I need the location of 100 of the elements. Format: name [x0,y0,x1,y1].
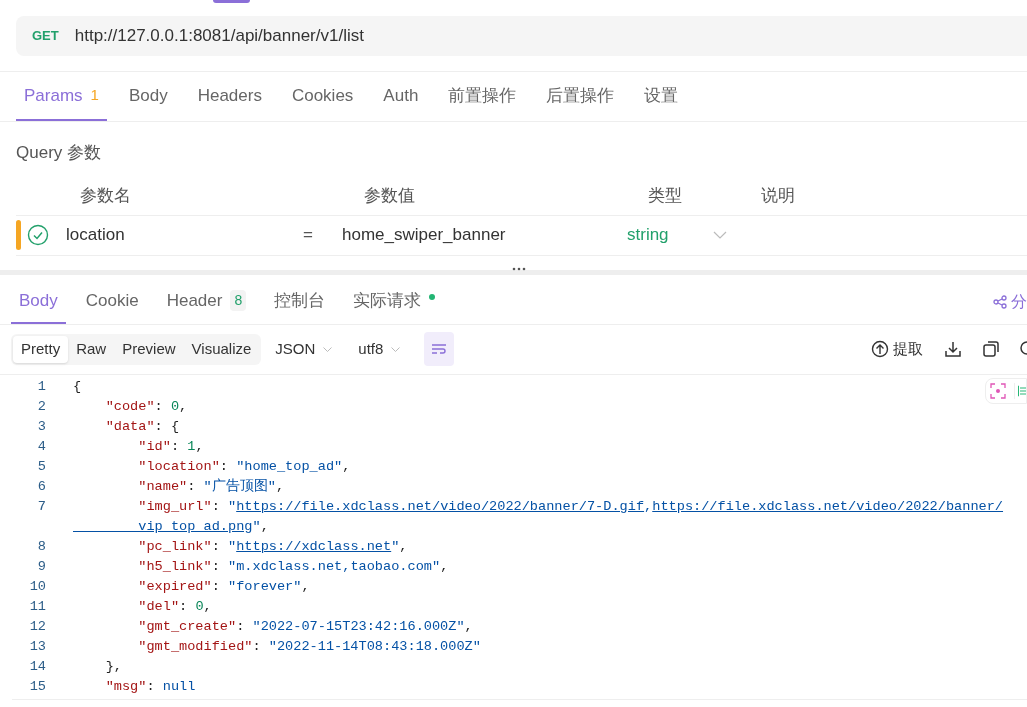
code-token: , [275,478,285,494]
url-text: http://127.0.0.1:8081/api/banner/v1/list [74,25,364,48]
line-number: 12 [28,617,46,636]
view-mode-tab[interactable]: Raw [68,335,115,363]
code-token: , [179,398,188,414]
line-number: 10 [28,577,46,596]
column-header: 参数值 [364,185,416,208]
request-tab[interactable]: Body [120,72,176,121]
request-tab[interactable]: Cookies [283,72,362,121]
code-token: : [211,578,221,594]
request-tab[interactable]: Params 1 [16,72,107,121]
code-token: , [301,578,310,594]
code-token: "location" [137,458,220,474]
code-token: "forever" [228,578,302,594]
request-tab[interactable]: 后置操作 [538,72,623,121]
format-select[interactable]: JSON [275,337,333,361]
code-token: "广告顶图" [203,478,276,494]
column-header: 类型 [648,185,683,208]
extract-button[interactable]: 提取 [871,337,923,361]
code-token: : [219,458,229,474]
line-number: 15 [28,677,46,696]
code-token: https://xdclass.net [236,538,392,554]
code-token: "gmt_modified" [137,638,253,654]
response-tab[interactable]: 实际请求 [345,279,444,324]
code-token: : [211,538,221,554]
code-token: "code" [104,398,155,414]
code-token: https://file.xdclass.net/video/2022/banner/ [652,498,1004,514]
type-select[interactable]: string [627,222,727,248]
line-number: 8 [36,537,46,556]
code-token: : [187,478,197,494]
count-badge: 8 [230,290,247,311]
param-name[interactable]: location [66,222,303,248]
code-token: "h5_link" [137,558,212,574]
code-token: : [236,618,246,634]
line-number: 13 [28,637,46,656]
code-token: "2022-07-15T23:42:16.000Z" [252,618,465,634]
code-token: , [342,458,351,474]
code-token: "expired" [137,578,212,594]
code-token: , [195,438,204,454]
line-number: 2 [36,397,46,416]
response-tab[interactable]: 控制台 [266,279,334,324]
code-token: , [399,538,408,554]
code-token: , [464,618,473,634]
code-token: "img_url" [137,498,212,514]
code-token: , [644,498,653,514]
response-tab[interactable]: Header 8 [158,279,255,324]
code-token: "del" [137,598,180,614]
code-token: "data" [104,418,155,434]
share-button[interactable]: 分 [993,279,1027,324]
view-mode-tab[interactable]: Visualize [183,335,260,363]
code-token: https://file.xdclass.net/video/2022/banner/7-D.gif [236,498,645,514]
code-token: "home_top_ad" [236,458,343,474]
code-token: " [252,518,261,534]
code-token: { [73,378,82,394]
code-token: : [170,438,181,454]
line-number: 11 [28,597,46,616]
code-token: , [440,558,449,574]
code-token: : [179,598,189,614]
code-token: : [146,678,156,694]
code-token: 0 [195,598,204,614]
code-token: : [252,638,262,654]
code-token: null [162,678,196,694]
code-token: : { [154,418,180,434]
request-tab[interactable]: Auth [375,72,427,121]
response-tab[interactable]: Cookie [77,279,147,324]
count-text: 1 [90,85,99,106]
line-number: 14 [28,657,46,676]
request-tab[interactable]: Headers [189,72,270,121]
code-token: : [211,558,221,574]
request-tab[interactable]: 设置 [636,72,687,121]
code-token: }, [104,658,122,674]
code-token: "2022-11-14T08:43:18.000Z" [268,638,481,654]
request-tab[interactable]: 前置操作 [440,72,525,121]
code-token: "gmt_create" [137,618,237,634]
code-token: : [154,398,164,414]
code-token: "pc_link" [137,538,212,554]
line-number: 3 [36,417,46,436]
section-title: Query 参数 [16,143,102,162]
line-number: 5 [36,457,46,476]
line-number: 4 [36,437,46,456]
column-header: 参数名 [80,185,132,208]
view-mode-tab[interactable]: Preview [114,335,184,363]
method-label[interactable]: GET [32,26,59,46]
code-token: 0 [170,398,180,414]
code-token: 1 [187,438,196,454]
line-number: 7 [36,497,46,516]
code-token: , [203,598,212,614]
code-token: : [211,498,221,514]
line-number: 9 [36,557,46,576]
response-tab[interactable]: Body [11,279,66,324]
url-bar[interactable]: GET http://127.0.0.1:8081/api/banner/v1/list [16,16,1027,56]
line-number: 6 [36,477,46,496]
view-mode-tab[interactable]: Pretty [13,335,69,363]
encoding-select[interactable]: utf8 [358,337,401,361]
code-token: " [228,498,237,514]
code-token: "id" [137,438,171,454]
code-token: , [260,518,269,534]
code-token: " [391,538,400,554]
equals-sign: = [303,224,314,247]
param-value[interactable]: home_swiper_banner [342,222,627,248]
